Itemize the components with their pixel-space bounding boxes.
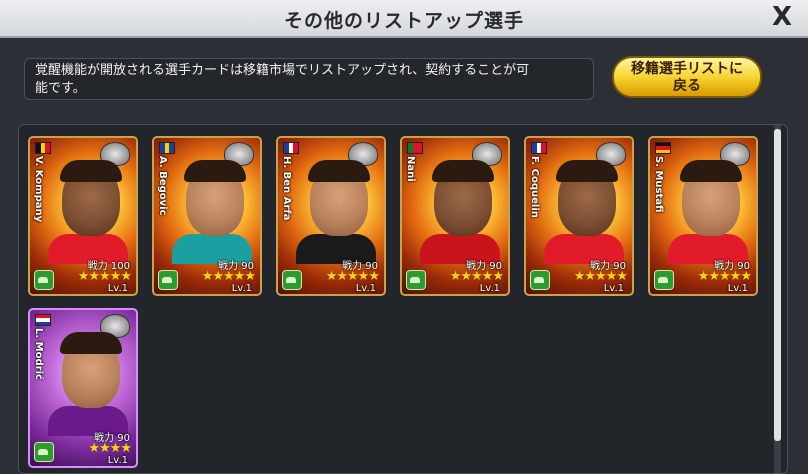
player-level: Lv.1 (727, 283, 748, 294)
player-level: Lv.1 (603, 283, 624, 294)
player-name: S. Mustafi (653, 156, 664, 213)
info-message: 覚醒機能が開放される選手カードは移籍市場でリストアップされ、契約することが可 能… (24, 58, 594, 100)
position-field-icon (34, 270, 54, 290)
star-rating: ★★★★ (88, 441, 132, 456)
player-card[interactable]: S. Mustafi 戦力 90 ★★★★★ Lv.1 (648, 136, 758, 296)
country-flag-icon (531, 142, 547, 154)
player-portrait-hair (308, 160, 370, 182)
back-to-transfer-list-button[interactable]: 移籍選手リストに 戻る (612, 56, 762, 98)
player-card-list[interactable]: V. Kompany 戦力 100 ★★★★★ Lv.1 A. Begovic 戦力 90… (18, 124, 788, 474)
player-name: A. Begovic (157, 156, 168, 216)
position-field-icon (654, 270, 674, 290)
player-name: H. Ben Arfa (281, 156, 292, 221)
back-button-line-2: 戻る (673, 78, 701, 94)
player-level: Lv.1 (231, 283, 252, 294)
country-flag-icon (407, 142, 423, 154)
star-rating: ★★★★★ (449, 269, 504, 284)
player-level: Lv.1 (355, 283, 376, 294)
position-field-icon (406, 270, 426, 290)
page-title: その他のリストアップ選手 (283, 10, 524, 32)
player-level: Lv.1 (479, 283, 500, 294)
player-name: V. Kompany (33, 156, 44, 223)
player-portrait-hair (432, 160, 494, 182)
star-rating: ★★★★★ (201, 269, 256, 284)
country-flag-icon (159, 142, 175, 154)
star-rating: ★★★★★ (77, 269, 132, 284)
country-flag-icon (655, 142, 671, 154)
player-portrait-hair (680, 160, 742, 182)
info-line-1: 覚醒機能が開放される選手カードは移籍市場でリストアップされ、契約することが可 (35, 63, 530, 78)
position-field-icon (158, 270, 178, 290)
country-flag-icon (35, 314, 51, 326)
position-field-icon (34, 442, 54, 462)
player-portrait-hair (60, 332, 122, 354)
star-rating: ★★★★★ (697, 269, 752, 284)
player-portrait-hair (60, 160, 122, 182)
player-card[interactable]: V. Kompany 戦力 100 ★★★★★ Lv.1 (28, 136, 138, 296)
player-portrait-hair (184, 160, 246, 182)
player-name: L. Modrić (33, 328, 44, 380)
player-level: Lv.1 (107, 455, 128, 466)
player-level: Lv.1 (107, 283, 128, 294)
player-card[interactable]: Nani 戦力 90 ★★★★★ Lv.1 (400, 136, 510, 296)
player-card[interactable]: F. Coquelin 戦力 90 ★★★★★ Lv.1 (524, 136, 634, 296)
player-card[interactable]: L. Modrić 戦力 90 ★★★★ Lv.1 (28, 308, 138, 468)
position-field-icon (530, 270, 550, 290)
star-rating: ★★★★★ (325, 269, 380, 284)
back-button-line-1: 移籍選手リストに (631, 61, 743, 77)
player-card[interactable]: H. Ben Arfa 戦力 90 ★★★★★ Lv.1 (276, 136, 386, 296)
title-bar: その他のリストアップ選手 X (0, 0, 808, 38)
info-line-2: 能です。 (35, 81, 86, 96)
player-portrait-hair (556, 160, 618, 182)
star-rating: ★★★★★ (573, 269, 628, 284)
country-flag-icon (283, 142, 299, 154)
player-card[interactable]: A. Begovic 戦力 90 ★★★★★ Lv.1 (152, 136, 262, 296)
close-icon[interactable]: X (768, 3, 796, 31)
player-name: Nani (405, 156, 416, 182)
position-field-icon (282, 270, 302, 290)
player-name: F. Coquelin (529, 156, 540, 218)
country-flag-icon (35, 142, 51, 154)
scrollbar-thumb[interactable] (774, 129, 781, 441)
